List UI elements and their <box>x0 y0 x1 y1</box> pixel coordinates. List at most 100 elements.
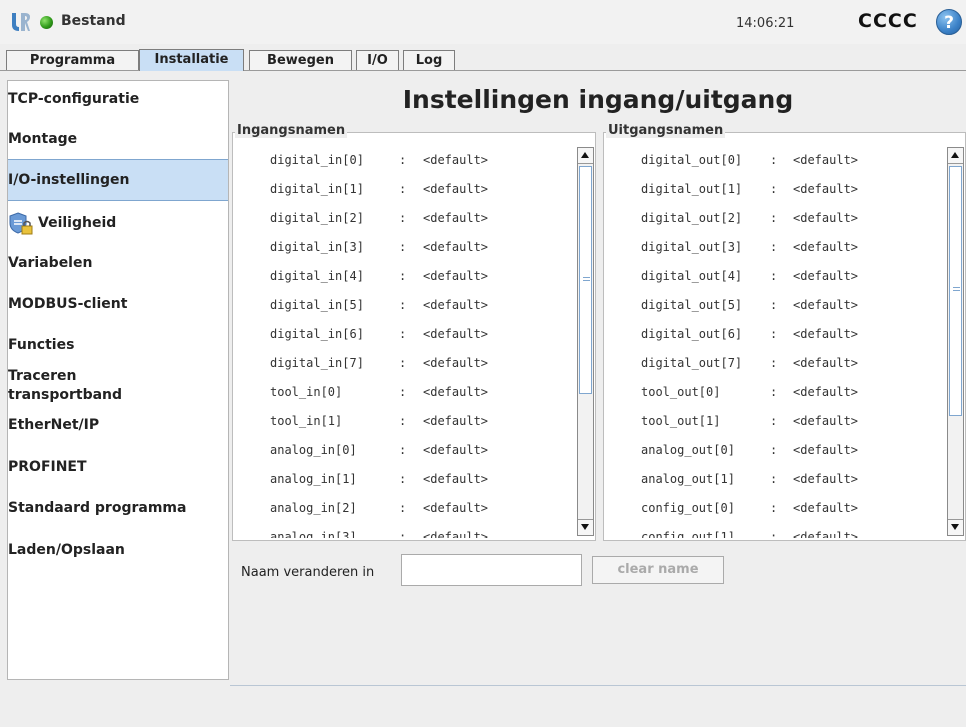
io-name-row[interactable]: digital_in[0]: <default> <box>233 147 573 176</box>
output-names-scrollbar[interactable] <box>947 147 964 536</box>
io-name-row[interactable]: digital_in[6]: <default> <box>233 321 573 350</box>
sidebar-item-label: Veiligheid <box>38 215 117 231</box>
io-name-row[interactable]: digital_in[2]: <default> <box>233 205 573 234</box>
io-custom-name: <default> <box>423 211 489 225</box>
io-name-row[interactable]: config_out[0]: <default> <box>604 495 944 524</box>
io-separator: : <box>770 240 778 254</box>
io-name-row[interactable]: digital_in[4]: <default> <box>233 263 573 292</box>
sidebar-item-label: Laden/Opslaan <box>8 542 125 558</box>
io-name-row[interactable]: tool_out[0]: <default> <box>604 379 944 408</box>
io-name-row[interactable]: digital_out[3]: <default> <box>604 234 944 263</box>
sidebar-item-modbus[interactable]: MODBUS-client <box>8 296 228 318</box>
io-separator: : <box>770 414 778 428</box>
sidebar-item-load-save[interactable]: Laden/Opslaan <box>8 542 228 564</box>
tab-log[interactable]: Log <box>403 50 455 70</box>
output-names-list[interactable]: digital_out[0]: <default> digital_out[1]: <… <box>604 133 944 538</box>
sidebar-item-variabelen[interactable]: Variabelen <box>8 255 228 277</box>
input-names-scrollbar[interactable] <box>577 147 594 536</box>
rename-input[interactable] <box>401 554 582 586</box>
io-name-row[interactable]: analog_in[1]: <default> <box>233 466 573 495</box>
io-name-row[interactable]: digital_out[6]: <default> <box>604 321 944 350</box>
tab-bar: Programma Installatie Bewegen I/O Log <box>0 44 966 71</box>
io-name-row[interactable]: analog_in[3]: <default> <box>233 524 573 538</box>
sidebar-item-profinet[interactable]: PROFINET <box>8 459 228 481</box>
tab-installatie[interactable]: Installatie <box>139 49 244 71</box>
io-signal-name: analog_out[0] <box>641 443 735 457</box>
io-separator: : <box>399 501 407 515</box>
io-separator: : <box>399 414 407 428</box>
sidebar-item-label: Montage <box>8 131 78 147</box>
sidebar-item-safety[interactable]: Veiligheid <box>8 212 228 239</box>
io-custom-name: <default> <box>423 153 489 167</box>
sidebar-item-functies[interactable]: Functies <box>8 337 228 359</box>
scroll-down-button[interactable] <box>948 519 963 535</box>
sidebar-item-montage[interactable]: Montage <box>8 131 228 153</box>
io-custom-name: <default> <box>793 443 859 457</box>
status-ok-icon <box>40 16 53 29</box>
input-names-list[interactable]: digital_in[0]: <default> digital_in[1]: <de… <box>233 133 573 538</box>
sidebar-item-tcp[interactable]: TCP-configuratie <box>8 91 228 113</box>
io-name-row[interactable]: tool_in[1]: <default> <box>233 408 573 437</box>
io-custom-name: <default> <box>423 385 489 399</box>
sidebar-item-default-program[interactable]: Standaard programma <box>8 500 228 522</box>
io-name-row[interactable]: digital_in[5]: <default> <box>233 292 573 321</box>
io-separator: : <box>770 472 778 486</box>
io-name-row[interactable]: digital_out[7]: <default> <box>604 350 944 379</box>
io-signal-name: digital_out[7] <box>641 356 743 370</box>
io-name-row[interactable]: analog_out[0]: <default> <box>604 437 944 466</box>
io-separator: : <box>770 530 778 538</box>
robot-name: CCCC <box>858 10 918 32</box>
io-name-row[interactable]: tool_out[1]: <default> <box>604 408 944 437</box>
io-separator: : <box>399 269 407 283</box>
io-signal-name: analog_in[0] <box>270 443 357 457</box>
clear-name-button[interactable]: clear name <box>592 556 724 584</box>
io-signal-name: digital_in[1] <box>270 182 364 196</box>
scroll-up-button[interactable] <box>578 148 593 164</box>
io-signal-name: digital_out[2] <box>641 211 743 225</box>
sidebar-item-label: Standaard programma <box>8 500 187 516</box>
io-separator: : <box>770 153 778 167</box>
io-separator: : <box>399 153 407 167</box>
io-custom-name: <default> <box>793 240 859 254</box>
io-name-row[interactable]: digital_out[0]: <default> <box>604 147 944 176</box>
help-icon[interactable]: ? <box>936 9 962 35</box>
scroll-thumb[interactable] <box>579 166 592 394</box>
sidebar-item-label: Traceren transportband <box>8 368 123 403</box>
io-name-row[interactable]: tool_in[0]: <default> <box>233 379 573 408</box>
io-name-row[interactable]: analog_in[0]: <default> <box>233 437 573 466</box>
scroll-thumb[interactable] <box>949 166 962 416</box>
io-signal-name: digital_in[2] <box>270 211 364 225</box>
io-custom-name: <default> <box>423 182 489 196</box>
io-name-row[interactable]: digital_out[2]: <default> <box>604 205 944 234</box>
sidebar-item-io-settings[interactable]: I/O-instellingen <box>8 159 228 201</box>
scroll-up-button[interactable] <box>948 148 963 164</box>
io-signal-name: digital_out[3] <box>641 240 743 254</box>
io-signal-name: digital_in[7] <box>270 356 364 370</box>
tab-io[interactable]: I/O <box>356 50 399 70</box>
scroll-down-button[interactable] <box>578 519 593 535</box>
io-name-row[interactable]: digital_in[1]: <default> <box>233 176 573 205</box>
io-name-row[interactable]: analog_in[2]: <default> <box>233 495 573 524</box>
sidebar-item-conveyor-tracking[interactable]: Traceren transportband <box>8 367 228 407</box>
io-name-row[interactable]: digital_out[1]: <default> <box>604 176 944 205</box>
io-separator: : <box>770 501 778 515</box>
io-separator: : <box>770 327 778 341</box>
io-signal-name: digital_in[6] <box>270 327 364 341</box>
output-names-panel: Uitgangsnamen digital_out[0]: <default> di… <box>603 123 966 541</box>
io-name-row[interactable]: digital_in[7]: <default> <box>233 350 573 379</box>
sidebar-item-label: PROFINET <box>8 459 87 475</box>
io-signal-name: config_out[0] <box>641 501 735 515</box>
io-name-row[interactable]: digital_in[3]: <default> <box>233 234 573 263</box>
io-name-row[interactable]: digital_out[5]: <default> <box>604 292 944 321</box>
io-custom-name: <default> <box>793 269 859 283</box>
tab-programma[interactable]: Programma <box>6 50 139 70</box>
app-title[interactable]: Bestand <box>61 13 126 29</box>
sidebar-item-ethernetip[interactable]: EtherNet/IP <box>8 417 228 439</box>
tab-bewegen[interactable]: Bewegen <box>249 50 352 70</box>
io-name-row[interactable]: config_out[1]: <default> <box>604 524 944 538</box>
io-custom-name: <default> <box>423 530 489 538</box>
io-separator: : <box>770 443 778 457</box>
io-name-row[interactable]: analog_out[1]: <default> <box>604 466 944 495</box>
io-name-row[interactable]: digital_out[4]: <default> <box>604 263 944 292</box>
io-separator: : <box>770 182 778 196</box>
